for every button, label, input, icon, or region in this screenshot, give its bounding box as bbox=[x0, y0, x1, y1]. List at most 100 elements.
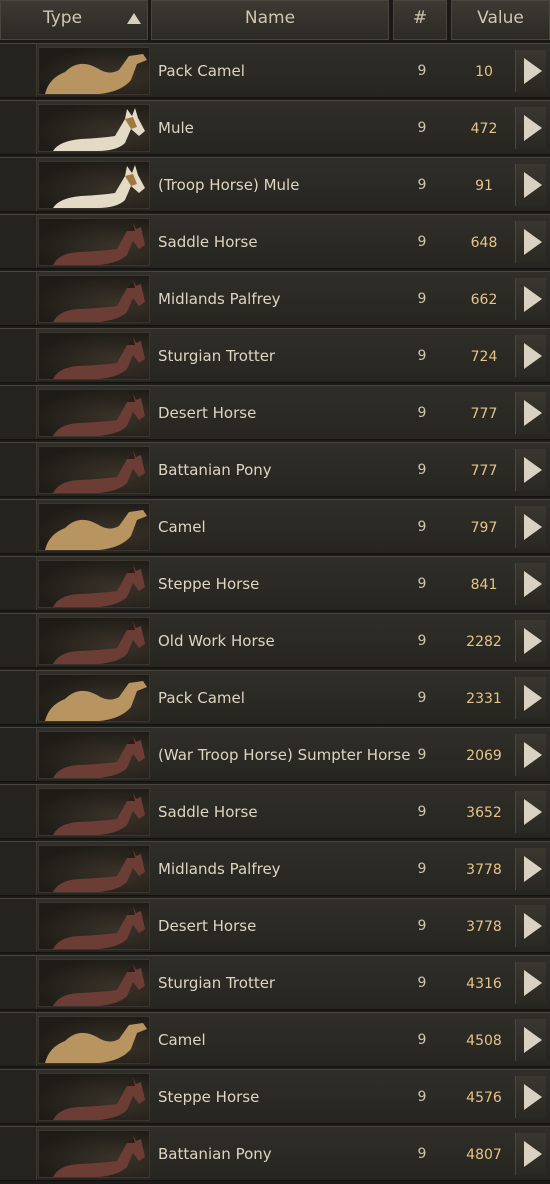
mule-icon bbox=[38, 161, 150, 209]
sort-by-name-header[interactable]: Name bbox=[151, 0, 389, 40]
value-header-label: Value bbox=[477, 8, 524, 28]
item-value: 3778 bbox=[466, 862, 502, 878]
transfer-arrow-button[interactable] bbox=[515, 1019, 546, 1061]
item-value: 2331 bbox=[466, 691, 502, 707]
item-name: Pack Camel bbox=[158, 62, 245, 80]
transfer-arrow-button[interactable] bbox=[515, 1076, 546, 1118]
transfer-arrow-button[interactable] bbox=[515, 335, 546, 377]
item-name: Midlands Palfrey bbox=[158, 290, 281, 308]
list-item[interactable]: Sturgian Trotter 9 4316 bbox=[0, 955, 550, 1010]
list-item[interactable]: Steppe Horse 9 4576 bbox=[0, 1069, 550, 1124]
transfer-arrow-button[interactable] bbox=[515, 164, 546, 206]
mule-icon bbox=[38, 104, 150, 152]
item-name: Desert Horse bbox=[158, 917, 257, 935]
transfer-arrow-button[interactable] bbox=[515, 221, 546, 263]
item-value: 797 bbox=[470, 520, 498, 536]
list-item[interactable]: Midlands Palfrey 9 3778 bbox=[0, 841, 550, 896]
list-item[interactable]: Desert Horse 9 3778 bbox=[0, 898, 550, 953]
item-count: 9 bbox=[417, 291, 427, 307]
sort-by-count-header[interactable]: # bbox=[393, 0, 447, 40]
transfer-arrow-button[interactable] bbox=[515, 278, 546, 320]
transfer-arrow-button[interactable] bbox=[515, 791, 546, 833]
item-count: 9 bbox=[417, 234, 427, 250]
item-value: 662 bbox=[470, 292, 498, 308]
item-name: Mule bbox=[158, 119, 194, 137]
item-value: 4316 bbox=[466, 976, 502, 992]
item-count: 9 bbox=[417, 405, 427, 421]
row-margin bbox=[0, 1013, 37, 1066]
count-header-label: # bbox=[412, 8, 428, 28]
item-name: Steppe Horse bbox=[158, 575, 260, 593]
sort-by-type-header[interactable]: Type bbox=[0, 0, 148, 40]
horse-icon bbox=[38, 332, 150, 380]
transfer-arrow-button[interactable] bbox=[515, 734, 546, 776]
transfer-arrow-button[interactable] bbox=[515, 1133, 546, 1175]
list-item[interactable]: (War Troop Horse) Sumpter Horse 9 2069 bbox=[0, 727, 550, 782]
horse-icon bbox=[38, 902, 150, 950]
list-item[interactable]: Desert Horse 9 777 bbox=[0, 385, 550, 440]
row-margin bbox=[0, 899, 37, 952]
row-margin bbox=[0, 785, 37, 838]
transfer-arrow-button[interactable] bbox=[515, 107, 546, 149]
item-count: 9 bbox=[417, 690, 427, 706]
transfer-arrow-button[interactable] bbox=[515, 848, 546, 890]
item-name: Battanian Pony bbox=[158, 461, 272, 479]
row-margin bbox=[0, 386, 37, 439]
transfer-arrow-button[interactable] bbox=[515, 449, 546, 491]
sort-by-value-header[interactable]: Value bbox=[451, 0, 550, 40]
item-name: Steppe Horse bbox=[158, 1088, 260, 1106]
list-item[interactable]: Mule 9 472 bbox=[0, 100, 550, 155]
horse-icon bbox=[38, 731, 150, 779]
transfer-arrow-button[interactable] bbox=[515, 905, 546, 947]
item-count: 9 bbox=[417, 576, 427, 592]
row-margin bbox=[0, 1127, 37, 1180]
list-item[interactable]: Old Work Horse 9 2282 bbox=[0, 613, 550, 668]
item-value: 2069 bbox=[466, 748, 502, 764]
item-count: 9 bbox=[417, 177, 427, 193]
transfer-arrow-button[interactable] bbox=[515, 620, 546, 662]
list-item[interactable]: Camel 9 797 bbox=[0, 499, 550, 554]
item-value: 2282 bbox=[466, 634, 502, 650]
item-count: 9 bbox=[417, 462, 427, 478]
horse-icon bbox=[38, 845, 150, 893]
list-item[interactable]: Saddle Horse 9 3652 bbox=[0, 784, 550, 839]
row-margin bbox=[0, 443, 37, 496]
item-count: 9 bbox=[417, 918, 427, 934]
horse-icon bbox=[38, 617, 150, 665]
camel-icon bbox=[38, 503, 150, 551]
list-item[interactable]: (Troop Horse) Mule 9 91 bbox=[0, 157, 550, 212]
camel-icon bbox=[38, 674, 150, 722]
transfer-arrow-button[interactable] bbox=[515, 392, 546, 434]
item-name: Saddle Horse bbox=[158, 803, 258, 821]
item-value: 777 bbox=[470, 406, 498, 422]
list-item[interactable]: Steppe Horse 9 841 bbox=[0, 556, 550, 611]
item-count: 9 bbox=[417, 633, 427, 649]
type-header-label: Type bbox=[43, 8, 83, 28]
row-margin bbox=[0, 614, 37, 667]
row-margin bbox=[0, 329, 37, 382]
transfer-arrow-button[interactable] bbox=[515, 677, 546, 719]
list-item[interactable]: Camel 9 4508 bbox=[0, 1012, 550, 1067]
item-name: Battanian Pony bbox=[158, 1145, 272, 1163]
list-item[interactable]: Battanian Pony 9 4807 bbox=[0, 1126, 550, 1181]
list-item[interactable]: Pack Camel 9 10 bbox=[0, 43, 550, 98]
list-item[interactable]: Sturgian Trotter 9 724 bbox=[0, 328, 550, 383]
list-item[interactable]: Midlands Palfrey 9 662 bbox=[0, 271, 550, 326]
item-count: 9 bbox=[417, 747, 427, 763]
item-count: 9 bbox=[417, 804, 427, 820]
list-item[interactable]: Battanian Pony 9 777 bbox=[0, 442, 550, 497]
table-header: Type Name # Value bbox=[0, 0, 550, 42]
transfer-arrow-button[interactable] bbox=[515, 563, 546, 605]
row-margin bbox=[0, 1070, 37, 1123]
item-value: 3652 bbox=[466, 805, 502, 821]
list-item[interactable]: Pack Camel 9 2331 bbox=[0, 670, 550, 725]
transfer-arrow-button[interactable] bbox=[515, 50, 546, 92]
transfer-arrow-button[interactable] bbox=[515, 962, 546, 1004]
list-item[interactable]: Saddle Horse 9 648 bbox=[0, 214, 550, 269]
item-value: 4508 bbox=[466, 1033, 502, 1049]
horse-icon bbox=[38, 275, 150, 323]
transfer-arrow-button[interactable] bbox=[515, 506, 546, 548]
item-count: 9 bbox=[417, 1089, 427, 1105]
item-count: 9 bbox=[417, 348, 427, 364]
item-name: Camel bbox=[158, 1031, 206, 1049]
